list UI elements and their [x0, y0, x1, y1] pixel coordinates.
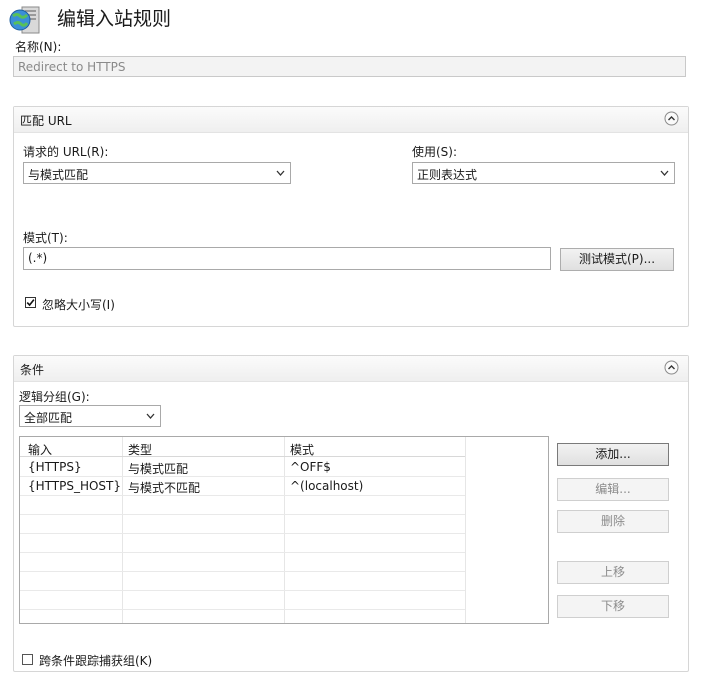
table-cell[interactable]: {HTTPS_HOST}	[28, 479, 121, 493]
conditions-title: 条件	[20, 363, 45, 377]
requested-url-select[interactable]: 与模式匹配	[23, 162, 291, 184]
logical-grouping-value: 全部匹配	[24, 411, 73, 425]
page-title: 编辑入站规则	[57, 8, 172, 30]
table-cell[interactable]: {HTTPS}	[28, 460, 82, 474]
row-divider	[20, 495, 465, 496]
move-up-button[interactable]: 上移	[557, 561, 669, 584]
row-divider	[20, 590, 465, 591]
conditions-table[interactable]: 输入 类型 模式 {HTTPS} 与模式匹配 ^OFF$ {HTTPS_HOST…	[19, 436, 549, 624]
globe-rule-icon	[8, 3, 42, 37]
column-divider	[465, 437, 466, 623]
using-label: 使用(S):	[412, 145, 458, 159]
add-condition-button[interactable]: 添加...	[557, 443, 669, 466]
row-divider	[20, 476, 465, 477]
name-label: 名称(N):	[15, 40, 62, 54]
track-captures-checkbox[interactable]	[22, 654, 33, 665]
table-cell[interactable]: 与模式匹配	[128, 460, 188, 477]
pattern-label: 模式(T):	[23, 231, 68, 245]
conditions-header: 条件	[14, 356, 688, 382]
track-captures-label[interactable]: 跨条件跟踪捕获组(K)	[39, 652, 152, 669]
name-field[interactable]: Redirect to HTTPS	[13, 56, 686, 77]
logical-grouping-label: 逻辑分组(G):	[19, 390, 90, 404]
chevron-down-icon	[146, 413, 155, 419]
match-url-title: 匹配 URL	[20, 114, 72, 128]
move-down-button[interactable]: 下移	[557, 595, 669, 618]
table-cell[interactable]: ^(localhost)	[290, 479, 363, 493]
row-divider	[20, 514, 465, 515]
edit-condition-button[interactable]: 编辑...	[557, 478, 669, 501]
remove-condition-button[interactable]: 删除	[557, 510, 669, 533]
table-cell[interactable]: ^OFF$	[290, 460, 331, 474]
match-url-header: 匹配 URL	[14, 107, 688, 133]
pattern-input[interactable]: (.*)	[23, 247, 551, 270]
column-divider	[122, 437, 123, 623]
table-cell[interactable]: 与模式不匹配	[128, 479, 200, 496]
row-divider	[20, 552, 465, 553]
collapse-chevron-up-icon[interactable]	[664, 360, 679, 375]
row-divider	[20, 571, 465, 572]
match-url-panel: 匹配 URL 请求的 URL(R): 与模式匹配 使用(S): 正则表达式 模式…	[13, 106, 689, 327]
using-value: 正则表达式	[417, 168, 478, 182]
logical-grouping-select[interactable]: 全部匹配	[19, 405, 161, 427]
chevron-down-icon	[660, 170, 669, 176]
checkmark-icon	[26, 299, 35, 307]
row-divider	[20, 609, 465, 610]
ignore-case-label[interactable]: 忽略大小写(I)	[42, 296, 115, 313]
collapse-chevron-up-icon[interactable]	[664, 111, 679, 126]
requested-url-label: 请求的 URL(R):	[23, 145, 109, 159]
header-divider	[20, 456, 465, 457]
ignore-case-checkbox[interactable]	[25, 297, 36, 308]
test-pattern-button[interactable]: 测试模式(P)...	[560, 248, 674, 271]
using-select[interactable]: 正则表达式	[412, 162, 675, 184]
row-divider	[20, 533, 465, 534]
requested-url-value: 与模式匹配	[28, 168, 89, 182]
chevron-down-icon	[276, 170, 285, 176]
column-divider	[284, 437, 285, 623]
